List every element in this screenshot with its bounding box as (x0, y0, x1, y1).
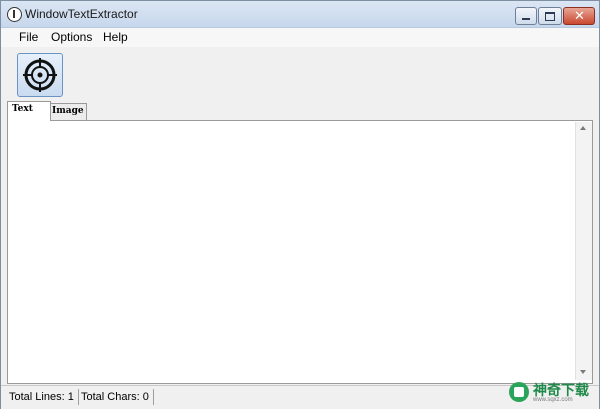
menu-file[interactable]: File (17, 29, 40, 46)
scroll-down-arrow-icon[interactable] (580, 370, 586, 374)
minimize-icon (522, 18, 530, 20)
tab-panel (7, 120, 593, 384)
watermark-logo-icon (509, 382, 529, 402)
maximize-button[interactable] (538, 7, 562, 25)
watermark: 神奇下载 www.sqxz.com (509, 379, 599, 405)
close-button[interactable]: ✕ (563, 7, 595, 25)
app-info-icon (7, 7, 22, 22)
crosshair-target-icon (23, 58, 57, 92)
toolbar (1, 48, 599, 100)
title-bar[interactable]: WindowTextExtractor ✕ (1, 1, 599, 28)
extracted-text-area[interactable] (11, 124, 573, 380)
status-total-chars: Total Chars: 0 (77, 389, 154, 405)
tab-strip: Text Image (7, 101, 567, 121)
app-window: WindowTextExtractor ✕ File Options Help … (0, 0, 600, 409)
status-total-lines: Total Lines: 1 (5, 389, 79, 405)
vertical-scrollbar[interactable] (575, 122, 592, 380)
watermark-text: 神奇下载 (533, 382, 589, 398)
window-title: WindowTextExtractor (25, 7, 138, 21)
menu-options[interactable]: Options (49, 29, 94, 46)
menu-bar: File Options Help (1, 28, 599, 47)
tab-image[interactable]: Image (47, 103, 87, 120)
menu-help[interactable]: Help (101, 29, 130, 46)
minimize-button[interactable] (515, 7, 537, 25)
watermark-subtext: www.sqxz.com (533, 397, 573, 403)
tab-text[interactable]: Text (7, 101, 51, 121)
close-icon: ✕ (574, 8, 585, 23)
window-finder-button[interactable] (17, 53, 63, 97)
maximize-icon (545, 12, 555, 21)
scroll-up-arrow-icon[interactable] (580, 126, 586, 130)
